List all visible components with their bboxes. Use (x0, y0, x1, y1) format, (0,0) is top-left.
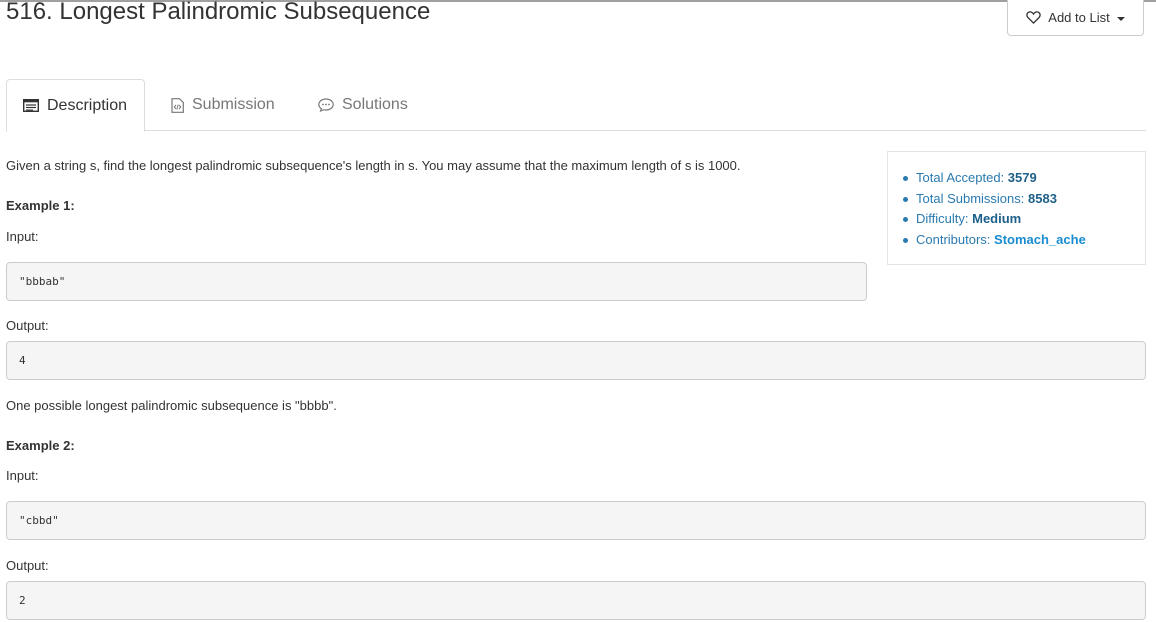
tab-solutions[interactable]: Solutions (302, 79, 424, 131)
total-accepted-value: 3579 (1007, 170, 1037, 185)
problem-tabs: Description Submission Solutions (6, 79, 1146, 132)
example-2-input-label: Input: (6, 468, 39, 483)
stat-contributors: Contributors: Stomach_ache (903, 230, 1086, 251)
stat-difficulty: Difficulty: Medium (903, 209, 1086, 230)
example-2-heading: Example 2: (6, 438, 75, 453)
add-to-list-label: Add to List (1048, 10, 1110, 25)
example-1-output-label: Output: (6, 318, 49, 333)
tab-submission[interactable]: Submission (155, 79, 291, 131)
comment-icon (318, 98, 334, 112)
tab-description[interactable]: Description (6, 79, 145, 132)
add-to-list-button[interactable]: Add to List (1007, 0, 1144, 36)
example-1-note: One possible longest palindromic subsequ… (6, 398, 337, 413)
example-1-input-block: "bbbab" (6, 262, 867, 301)
chevron-down-icon (1116, 16, 1125, 21)
list-icon (23, 99, 39, 112)
example-1-input-label: Input: (6, 229, 39, 244)
difficulty-value: Medium (972, 211, 1022, 226)
page-title: 516. Longest Palindromic Subsequence (6, 0, 431, 25)
stat-total-submissions: Total Submissions: 8583 (903, 189, 1086, 210)
heart-icon (1026, 11, 1041, 24)
total-submissions-value: 8583 (1028, 190, 1057, 206)
contributor-link[interactable]: Stomach_ache (994, 232, 1086, 247)
problem-stats-panel: Total Accepted: 3579 Total Submissions: … (887, 151, 1146, 265)
code-file-icon (171, 97, 184, 113)
example-1-output-block: 4 (6, 341, 1146, 380)
stats-list: Total Accepted: 3579 Total Submissions: … (903, 168, 1086, 251)
problem-description: Given a string s, find the longest palin… (6, 158, 741, 173)
tab-solutions-label: Solutions (342, 96, 408, 113)
tab-submission-label: Submission (192, 96, 275, 113)
stat-total-accepted: Total Accepted: 3579 (903, 168, 1086, 189)
example-2-output-label: Output: (6, 558, 49, 573)
example-2-output-block: 2 (6, 581, 1146, 620)
example-1-heading: Example 1: (6, 198, 75, 213)
example-2-input-block: "cbbd" (6, 501, 1146, 540)
tab-description-label: Description (47, 96, 128, 114)
